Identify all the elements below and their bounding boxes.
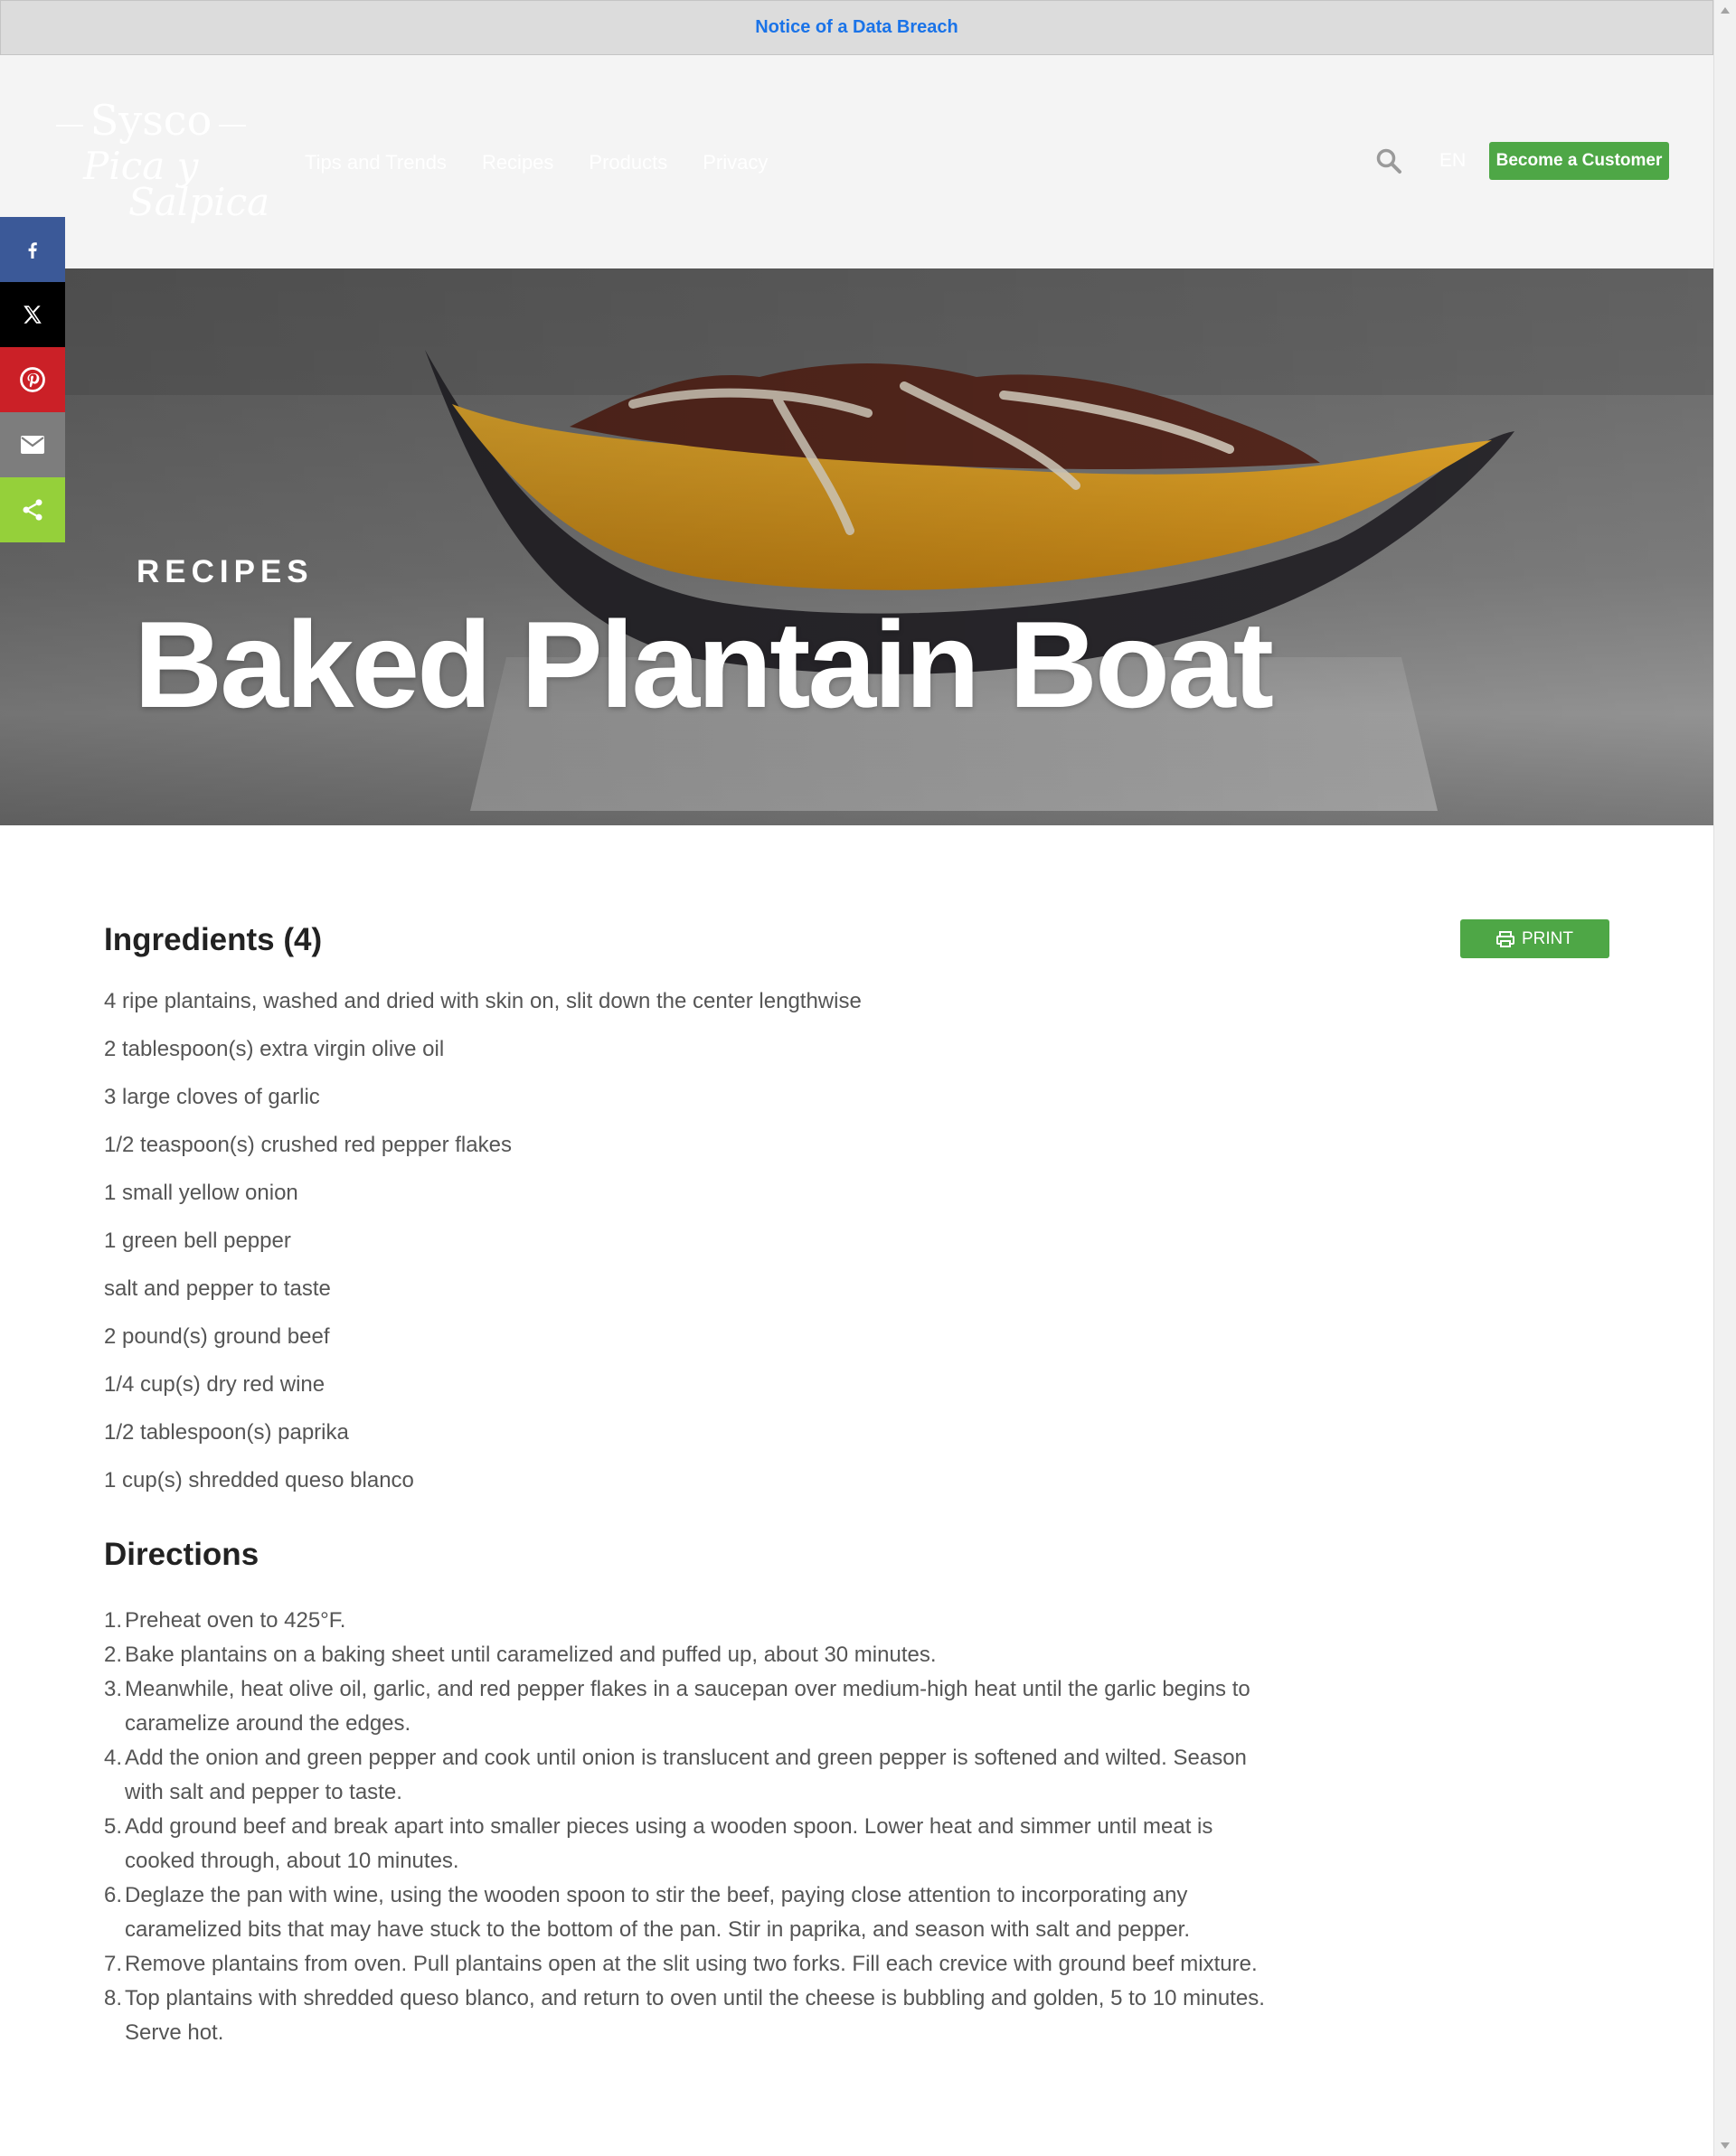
ingredient-item: 2 pound(s) ground beef [104,1324,330,1349]
x-icon [24,306,42,324]
ingredient-item: 1 green bell pepper [104,1229,291,1253]
search-icon[interactable] [1375,147,1402,174]
become-a-customer-button[interactable]: Become a Customer [1489,142,1669,180]
facebook-share-button[interactable] [0,217,65,282]
ingredient-item: 4 ripe plantains, washed and dried with … [104,989,862,1013]
direction-step: 1. Preheat oven to 425°F. [104,1604,1370,1638]
direction-step: 5. Add ground beef and break apart into s… [104,1810,1370,1878]
hero-banner: RECIPES Baked Plantain Boat [0,268,1713,825]
scroll-down-arrow-icon[interactable] [1721,2142,1730,2149]
step-number: 1. [104,1608,123,1633]
direction-step: 6. Deglaze the pan with wine, using the w… [104,1878,1370,1947]
step-number: 7. [104,1952,123,1976]
nav-recipes[interactable]: Recipes [482,151,553,174]
logo-brand: Sysco [56,96,246,145]
step-text: Add ground beef and break apart into sma… [125,1814,1213,1839]
directions-title: Directions [104,1537,259,1572]
pinterest-icon [20,367,45,392]
ingredient-item: 1 small yellow onion [104,1181,298,1205]
direction-step: 8. Top plantains with shredded queso blan… [104,1982,1370,2050]
step-text: caramelize around the edges. [125,1711,411,1736]
ingredient-item: 1/2 teaspoon(s) crushed red pepper flake… [104,1133,512,1157]
share-button[interactable] [0,477,65,542]
step-number: 5. [104,1814,123,1839]
share-icon [23,499,42,521]
ingredients-title: Ingredients (4) [104,922,323,957]
nav-tips-and-trends[interactable]: Tips and Trends [305,151,447,174]
nav-privacy[interactable]: Privacy [703,151,768,174]
ingredient-item: salt and pepper to taste [104,1276,331,1301]
pinterest-share-button[interactable] [0,347,65,412]
step-text: Meanwhile, heat olive oil, garlic, and r… [125,1677,1250,1701]
ingredient-item: 3 large cloves of garlic [104,1085,320,1109]
page-title: Baked Plantain Boat [134,596,1274,733]
step-number: 2. [104,1643,123,1667]
language-selector[interactable]: EN [1439,150,1466,172]
step-number: 8. [104,1986,123,2010]
scroll-up-arrow-icon[interactable] [1721,7,1730,14]
data-breach-notice-link[interactable]: Notice of a Data Breach [755,17,958,38]
step-text: Preheat oven to 425°F. [125,1608,346,1633]
step-text: Serve hot. [125,2020,224,2045]
step-text: Top plantains with shredded queso blanco… [125,1986,1265,2010]
logo-line-2: Salpica [128,180,270,224]
direction-step: 2. Bake plantains on a baking sheet until… [104,1638,1370,1672]
ingredient-item: 1/2 tablespoon(s) paprika [104,1420,349,1445]
step-number: 6. [104,1883,123,1907]
step-text: cooked through, about 10 minutes. [125,1849,459,1873]
step-text: with salt and pepper to taste. [125,1780,402,1804]
site-header: Sysco Pica y Salpica Tips and Trends Rec… [0,55,1713,268]
x-share-button[interactable] [0,282,65,347]
email-share-button[interactable] [0,412,65,477]
directions-list: 1. Preheat oven to 425°F. 2. Bake plantain… [104,1604,1370,2050]
step-number: 3. [104,1677,123,1701]
ingredient-item: 2 tablespoon(s) extra virgin olive oil [104,1037,445,1061]
ingredients-list: 4 ripe plantains, washed and dried with … [104,983,862,1510]
social-share-bar [0,217,65,542]
nav-products[interactable]: Products [589,151,667,174]
step-text: Add the onion and green pepper and cook … [125,1746,1247,1770]
hero-eyebrow: RECIPES [137,554,314,589]
step-number: 4. [104,1746,123,1770]
site-logo[interactable]: Sysco Pica y Salpica [56,96,269,231]
step-text: Deglaze the pan with wine, using the woo… [125,1883,1188,1907]
logo-script: Pica y Salpica [83,144,270,224]
logo-line-1: Pica y [83,144,199,188]
print-label: PRINT [1522,928,1573,948]
print-button[interactable]: PRINT [1460,919,1609,958]
direction-step: 4. Add the onion and green pepper and coo… [104,1741,1370,1810]
printer-icon [1496,930,1514,947]
step-text: Bake plantains on a baking sheet until c… [125,1643,937,1667]
direction-step: 3. Meanwhile, heat olive oil, garlic, and… [104,1672,1370,1741]
ingredient-item: 1/4 cup(s) dry red wine [104,1372,326,1397]
facebook-icon [28,242,37,259]
step-text: caramelized bits that may have stuck to … [125,1917,1191,1942]
ingredient-item: 1 cup(s) shredded queso blanco [104,1468,414,1492]
email-icon [21,436,44,454]
notice-bar: Notice of a Data Breach [0,0,1713,55]
main-nav: Tips and Trends Recipes Products Privacy [305,151,768,174]
direction-step: 7. Remove plantains from oven. Pull plant… [104,1947,1370,1982]
step-text: Remove plantains from oven. Pull plantai… [125,1952,1258,1976]
page-scrollbar[interactable] [1713,0,1736,2156]
hero-overlay [0,268,1713,825]
